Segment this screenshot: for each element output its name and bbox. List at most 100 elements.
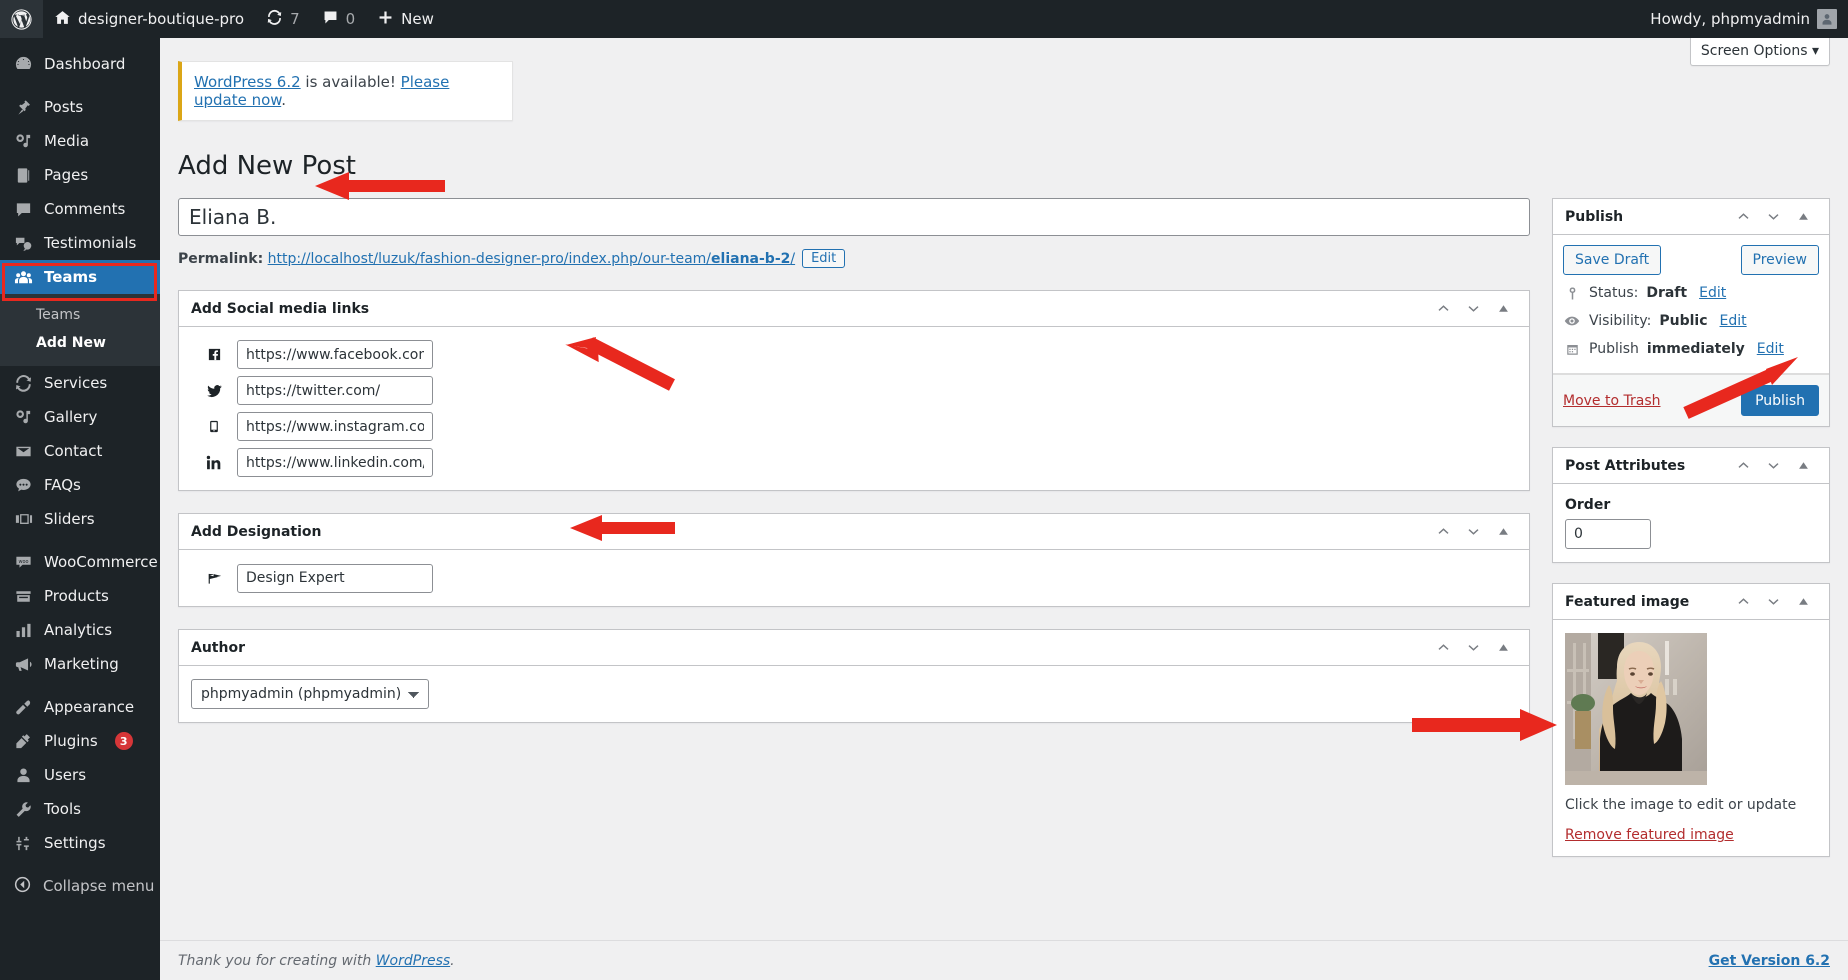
metabox-title: Post Attributes (1565, 457, 1686, 474)
edit-visibility-link[interactable]: Edit (1720, 313, 1747, 329)
submenu-item-teams[interactable]: Teams (0, 301, 160, 329)
move-down-icon[interactable] (1459, 518, 1487, 546)
post-body-side-column: Publish Save Draft Preview Status: Draft… (1552, 198, 1830, 877)
post-attributes-metabox: Post Attributes Order (1552, 447, 1830, 563)
sidebar-item-plugins[interactable]: Plugins 3 (0, 724, 160, 758)
sidebar-item-settings[interactable]: Settings (0, 826, 160, 860)
toggle-panel-icon[interactable] (1489, 295, 1517, 323)
save-draft-button[interactable]: Save Draft (1563, 245, 1662, 275)
screen-options-button[interactable]: Screen Options ▾ (1689, 38, 1830, 66)
status-label: Status: (1589, 285, 1639, 301)
sidebar-item-analytics[interactable]: Analytics (0, 613, 160, 647)
toggle-panel-icon[interactable] (1489, 634, 1517, 662)
sidebar-item-sliders[interactable]: Sliders (0, 502, 160, 536)
sidebar-item-teams[interactable]: Teams (0, 260, 160, 294)
twitter-url-input[interactable] (237, 376, 433, 405)
sidebar-item-users[interactable]: Users (0, 758, 160, 792)
metabox-body: phpmyadmin (phpmyadmin) (179, 666, 1529, 722)
notice-end-text: . (281, 91, 286, 109)
toggle-panel-icon[interactable] (1489, 518, 1517, 546)
linkedin-url-input[interactable] (237, 448, 433, 477)
svg-text:woo: woo (18, 558, 28, 564)
updates-button[interactable]: 7 (255, 0, 311, 38)
move-up-icon[interactable] (1429, 518, 1457, 546)
sidebar-item-services[interactable]: Services (0, 366, 160, 400)
testimonials-icon (13, 233, 33, 253)
sidebar-item-marketing[interactable]: Marketing (0, 647, 160, 681)
permalink-row: Permalink: http://localhost/luzuk/fashio… (178, 249, 1530, 268)
sidebar-item-pages[interactable]: Pages (0, 158, 160, 192)
designation-input[interactable] (237, 563, 433, 593)
metabox-title: Featured image (1565, 593, 1690, 610)
move-down-icon[interactable] (1459, 634, 1487, 662)
schedule-label: Publish (1589, 341, 1639, 357)
wordpress-logo-button[interactable] (0, 0, 43, 38)
author-metabox: Author phpmyadmin (phpmyadmin) (178, 629, 1530, 723)
toggle-panel-icon[interactable] (1789, 452, 1817, 480)
author-select[interactable]: phpmyadmin (phpmyadmin) (191, 679, 429, 709)
wordpress-link[interactable]: WordPress (376, 953, 450, 969)
sidebar-item-media[interactable]: Media (0, 124, 160, 158)
edit-status-link[interactable]: Edit (1699, 285, 1726, 301)
plus-icon (377, 9, 394, 30)
sidebar-item-contact[interactable]: Contact (0, 434, 160, 468)
submenu-item-add-new[interactable]: Add New (0, 329, 160, 357)
sidebar-item-label: Products (44, 587, 109, 605)
get-version-link[interactable]: Get Version 6.2 (1709, 953, 1830, 969)
new-content-button[interactable]: New (366, 0, 445, 38)
collapse-menu-button[interactable]: Collapse menu (0, 869, 160, 903)
toggle-panel-icon[interactable] (1789, 588, 1817, 616)
toggle-panel-icon[interactable] (1789, 203, 1817, 231)
schedule-row: Publish immediately Edit (1563, 335, 1819, 363)
publish-button[interactable]: Publish (1741, 385, 1819, 416)
sidebar-item-woocommerce[interactable]: woo WooCommerce (0, 545, 160, 579)
permalink-link[interactable]: http://localhost/luzuk/fashion-designer-… (268, 251, 795, 267)
remove-featured-image-link[interactable]: Remove featured image (1565, 827, 1734, 843)
sidebar-item-gallery[interactable]: Gallery (0, 400, 160, 434)
move-up-icon[interactable] (1729, 588, 1757, 616)
move-down-icon[interactable] (1759, 588, 1787, 616)
sidebar-item-appearance[interactable]: Appearance (0, 690, 160, 724)
sidebar-item-label: WooCommerce (44, 553, 158, 571)
move-up-icon[interactable] (1729, 203, 1757, 231)
sidebar-item-dashboard[interactable]: Dashboard (0, 47, 160, 81)
sidebar-item-tools[interactable]: Tools (0, 792, 160, 826)
post-title-input[interactable] (178, 198, 1530, 236)
designation-metabox: Add Designation (178, 513, 1530, 607)
sidebar-item-label: Plugins (44, 732, 98, 750)
featured-image-thumbnail[interactable] (1565, 633, 1707, 785)
services-icon (13, 373, 33, 393)
edit-permalink-button[interactable]: Edit (802, 249, 846, 268)
preview-button[interactable]: Preview (1740, 245, 1819, 275)
sidebar-item-comments[interactable]: Comments (0, 192, 160, 226)
move-up-icon[interactable] (1729, 452, 1757, 480)
instagram-url-input[interactable] (237, 412, 433, 441)
woocommerce-icon: woo (13, 552, 33, 572)
facebook-url-input[interactable] (237, 340, 433, 369)
sidebar-item-testimonials[interactable]: Testimonials (0, 226, 160, 260)
move-down-icon[interactable] (1459, 295, 1487, 323)
order-input[interactable] (1565, 519, 1651, 549)
comments-button[interactable]: 0 (311, 0, 367, 38)
social-media-metabox: Add Social media links (178, 290, 1530, 491)
wordpress-version-link[interactable]: WordPress 6.2 (194, 73, 301, 91)
sidebar-item-label: Appearance (44, 698, 135, 716)
move-down-icon[interactable] (1759, 452, 1787, 480)
sidebar-item-products[interactable]: Products (0, 579, 160, 613)
collapse-arrow-icon (13, 875, 32, 898)
move-up-icon[interactable] (1429, 634, 1457, 662)
my-account-button[interactable]: Howdy, phpmyadmin (1639, 0, 1848, 38)
new-content-label: New (401, 10, 434, 28)
visibility-row: Visibility: Public Edit (1563, 307, 1819, 335)
site-name-button[interactable]: designer-boutique-pro (43, 0, 255, 38)
chevron-down-icon: ▾ (1811, 43, 1819, 59)
update-notice: WordPress 6.2 is available! Please updat… (178, 61, 513, 121)
admin-footer: Thank you for creating with WordPress. G… (160, 940, 1848, 980)
plugins-update-badge: 3 (114, 732, 133, 750)
move-up-icon[interactable] (1429, 295, 1457, 323)
sidebar-item-posts[interactable]: Posts (0, 90, 160, 124)
sidebar-item-faqs[interactable]: FAQs (0, 468, 160, 502)
move-down-icon[interactable] (1759, 203, 1787, 231)
move-to-trash-link[interactable]: Move to Trash (1563, 393, 1661, 409)
edit-schedule-link[interactable]: Edit (1757, 341, 1784, 357)
